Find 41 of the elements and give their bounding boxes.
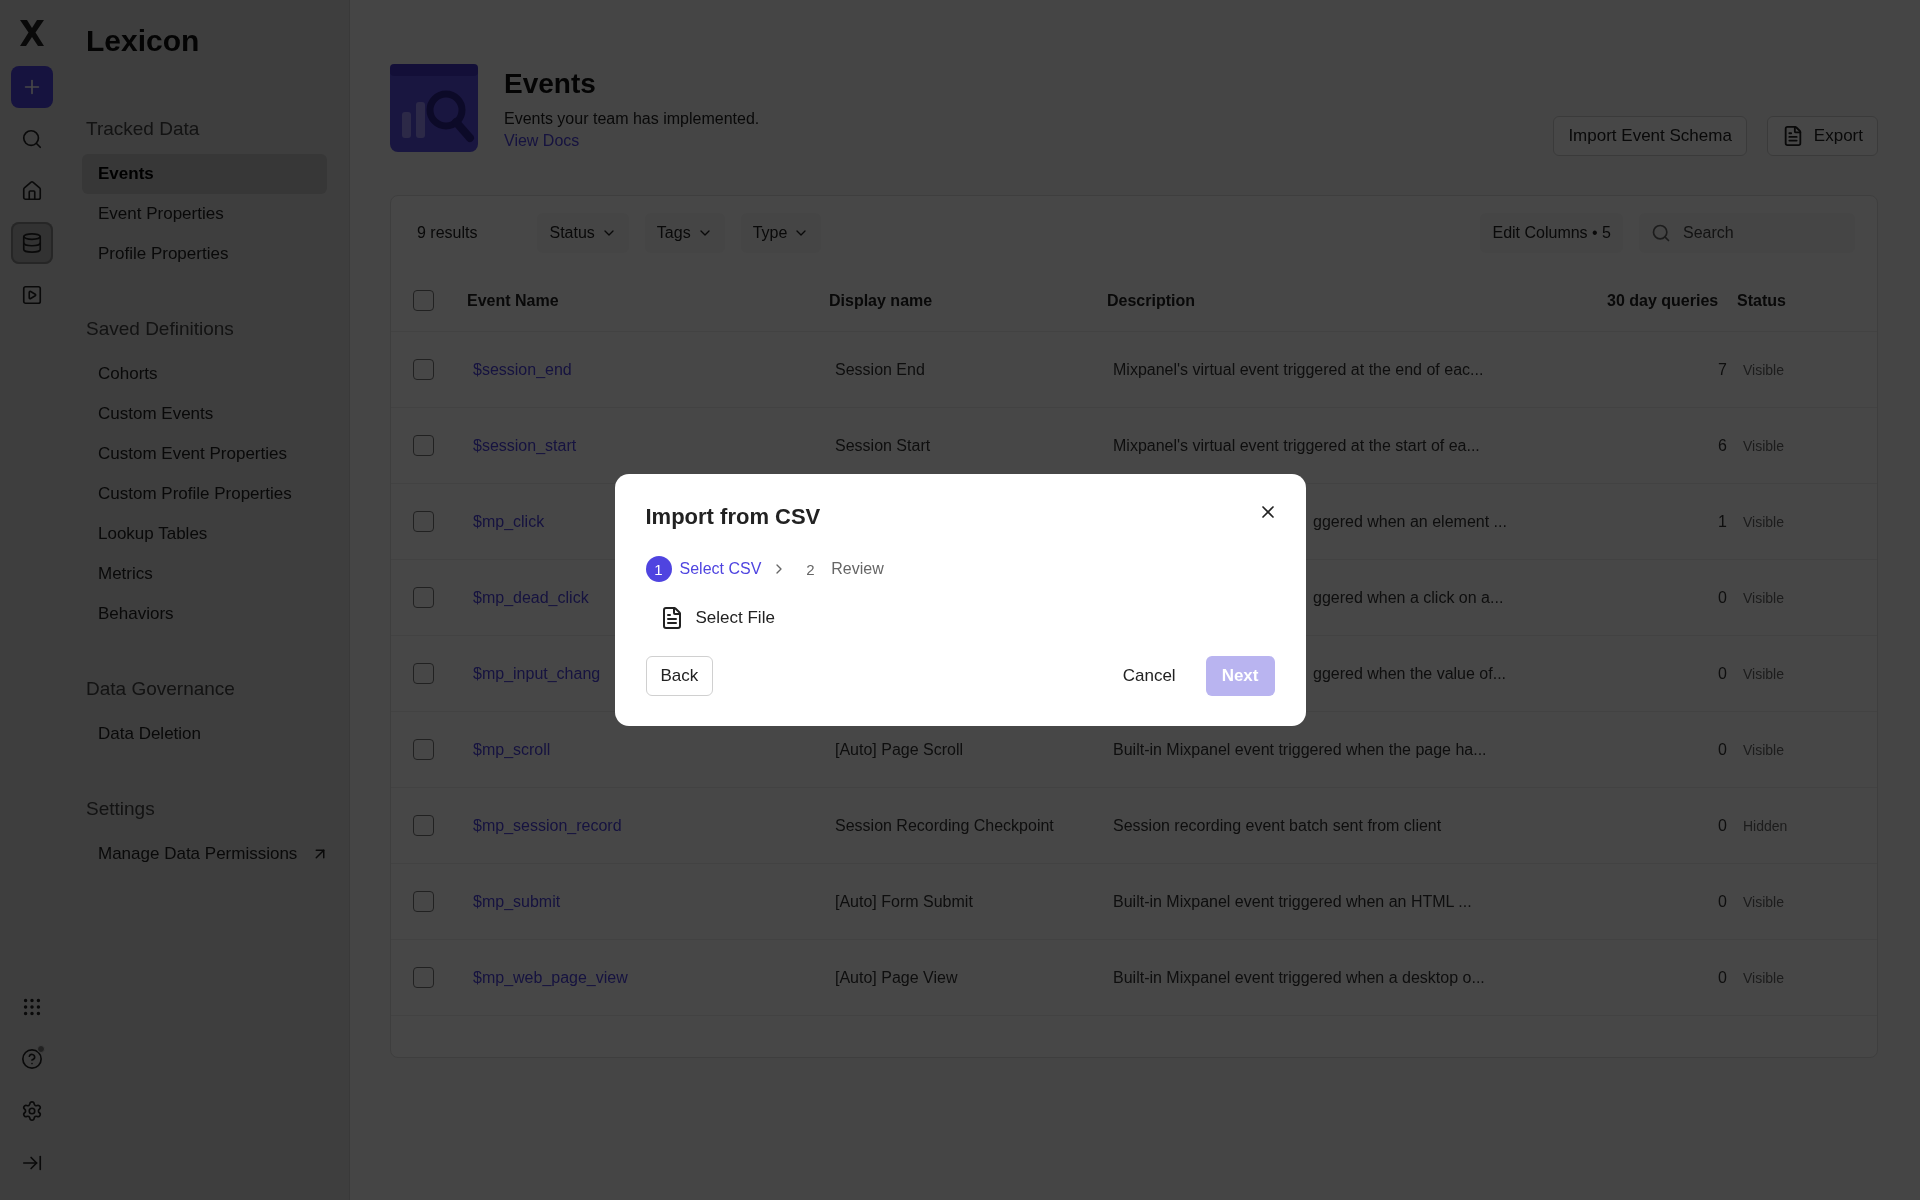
table-cell-text: [Auto] Form Submit: [834, 892, 973, 911]
table-cell-text: Built-in Mixpanel event triggered when the page ha...: [1112, 740, 1487, 759]
page-subtitle: Events your team has implemented.: [504, 110, 761, 128]
step-number: 1: [645, 556, 672, 582]
table-cell-text: 6: [1717, 436, 1728, 455]
results-count: 9 results: [417, 224, 478, 242]
table-cell-text: [Auto] Page View: [834, 968, 958, 987]
table-cell-text: 1: [1717, 512, 1728, 531]
column-header: Status: [1737, 291, 1787, 310]
dialog-title: Import from CSV: [645, 504, 821, 530]
sidebar-title: Lexicon: [86, 24, 201, 58]
step-label: Review: [831, 560, 884, 578]
table-cell-text: 0: [1717, 816, 1728, 835]
table-cell-text: 0: [1717, 664, 1728, 683]
table-cell-text: Session recording event batch sent from client: [1112, 816, 1442, 835]
column-header: Description: [1107, 291, 1196, 310]
page-title: Events: [504, 68, 597, 100]
table-cell-text: ggered when a click on a...: [1312, 588, 1504, 607]
column-header: Event Name: [467, 291, 560, 310]
cancel-button[interactable]: Cancel: [1106, 656, 1192, 696]
column-header: Display name: [829, 291, 934, 310]
table-cell-text: Built-in Mixpanel event triggered when an HTML ...: [1112, 892, 1472, 911]
table-cell-text: 7: [1717, 360, 1728, 379]
column-header: 30 day queries: [1607, 291, 1720, 310]
table-cell-text: Session Recording Checkpoint: [834, 816, 1054, 835]
table-cell-text: Mixpanel's virtual event triggered at the start of ea...: [1112, 436, 1480, 455]
table-cell-text: Session End: [834, 360, 925, 379]
table-cell-text: Mixpanel's virtual event triggered at the end of eac...: [1112, 360, 1484, 379]
step-number: 2: [805, 559, 816, 580]
table-cell-text: 0: [1717, 968, 1728, 987]
table-cell-text: Built-in Mixpanel event triggered when a desktop o...: [1112, 968, 1485, 987]
table-cell-text: 0: [1717, 588, 1728, 607]
step-label: Select CSV: [679, 560, 762, 578]
table-cell-text: [Auto] Page Scroll: [834, 740, 964, 759]
table-cell-text: 0: [1717, 892, 1728, 911]
table-cell-text: ggered when the value of...: [1312, 664, 1507, 683]
select-file-button[interactable]: Select File: [645, 600, 789, 636]
table-cell-text: ggered when an element ...: [1312, 512, 1507, 531]
table-cell-text: Session Start: [834, 436, 931, 455]
back-button[interactable]: Back: [645, 656, 714, 696]
table-cell-text: 0: [1717, 740, 1728, 759]
